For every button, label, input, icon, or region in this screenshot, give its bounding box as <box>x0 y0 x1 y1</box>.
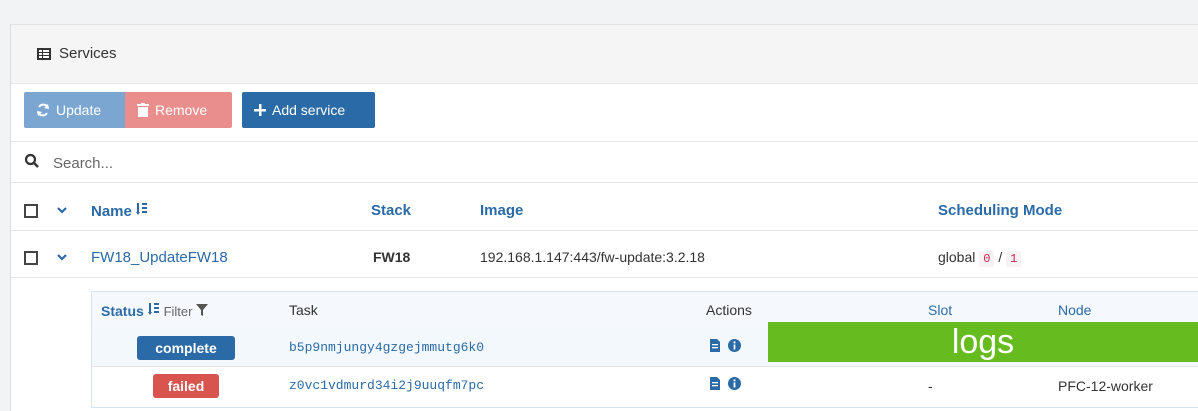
scheduling-mode-text: global <box>938 249 976 265</box>
filter-icon[interactable] <box>196 304 209 316</box>
chevron-down-icon[interactable] <box>56 204 68 216</box>
add-service-button-label: Add service <box>272 102 346 118</box>
scheduling-mode-column-header[interactable]: Scheduling Mode <box>938 202 1062 219</box>
chevron-down-icon[interactable] <box>56 251 68 263</box>
trash-icon <box>137 103 149 117</box>
task-column-header: Task <box>289 302 318 318</box>
update-button-label: Update <box>56 102 102 118</box>
status-header-label: Status <box>101 303 144 319</box>
remove-button[interactable]: Remove <box>125 92 232 128</box>
row-checkbox[interactable] <box>24 251 38 265</box>
status-column-header[interactable]: Status Filter <box>101 302 209 319</box>
task-actions <box>710 377 741 390</box>
status-badge: complete <box>137 336 235 360</box>
panel-title-text: Services <box>59 45 117 62</box>
filter-label[interactable]: Filter <box>164 304 193 319</box>
list-icon <box>37 47 51 60</box>
count-separator: / <box>998 249 1003 265</box>
table-row: FW18_UpdateFW18 FW18 192.168.1.147:443/f… <box>11 238 1198 278</box>
service-image: 192.168.1.147:443/fw-update:3.2.18 <box>480 249 705 265</box>
table-row: failed z0vc1vdmurd34i2j9uuqfm7pc - PFC-1… <box>92 367 1198 405</box>
search-bar <box>11 141 1198 183</box>
name-header-label: Name <box>91 203 132 220</box>
panel-heading: Services <box>11 25 1198 84</box>
running-count: 0 <box>979 251 995 267</box>
task-actions <box>710 339 741 352</box>
add-service-button[interactable]: Add service <box>242 92 375 128</box>
desired-count: 1 <box>1006 251 1022 267</box>
task-node: PFC-12-worker <box>1058 378 1153 394</box>
actions-column-header: Actions <box>706 302 752 318</box>
service-scheduling-mode: global 0 / 1 <box>938 249 1022 267</box>
task-id-link[interactable]: z0vc1vdmurd34i2j9uuqfm7pc <box>289 378 484 393</box>
service-name-link[interactable]: FW18_UpdateFW18 <box>91 249 228 266</box>
name-column-header[interactable]: Name <box>91 202 148 220</box>
task-id-link[interactable]: b5p9nmjungy4gzgejmmutg6k0 <box>289 340 484 355</box>
sort-alpha-icon <box>136 203 148 215</box>
plus-icon <box>254 104 266 116</box>
logs-overlay-label: logs <box>768 322 1198 362</box>
node-column-header[interactable]: Node <box>1058 302 1091 318</box>
panel-title: Services <box>37 45 117 62</box>
info-icon[interactable] <box>728 339 741 352</box>
update-button[interactable]: Update <box>24 92 125 128</box>
info-icon[interactable] <box>728 377 741 390</box>
select-all-checkbox[interactable] <box>24 204 38 218</box>
search-input[interactable] <box>51 150 555 176</box>
remove-button-label: Remove <box>155 102 208 118</box>
table-header-row: Name Stack Image Scheduling Mode <box>11 191 1198 231</box>
image-column-header[interactable]: Image <box>480 202 523 219</box>
service-stack: FW18 <box>373 249 411 265</box>
slot-column-header[interactable]: Slot <box>928 302 952 318</box>
status-badge: failed <box>153 374 219 398</box>
file-icon[interactable] <box>710 339 720 352</box>
task-slot: - <box>928 378 933 394</box>
sort-alpha-icon <box>147 303 159 315</box>
toolbar: Update Remove Add service <box>24 92 375 128</box>
refresh-icon <box>37 103 49 117</box>
search-icon <box>24 153 39 168</box>
stack-column-header[interactable]: Stack <box>371 202 411 219</box>
file-icon[interactable] <box>710 377 720 390</box>
